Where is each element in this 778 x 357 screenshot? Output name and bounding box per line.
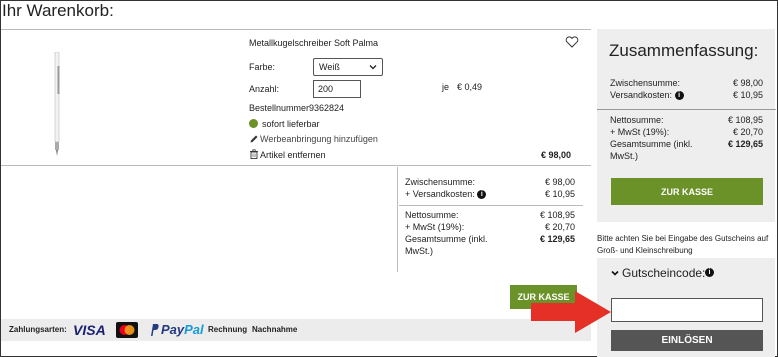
redeem-button[interactable]: EINLÖSEN: [611, 330, 763, 351]
paypal-logo: PayPal: [161, 322, 204, 337]
summary-vat-value: € 20,70: [732, 127, 763, 137]
divider: [399, 205, 583, 206]
summary-subtotal-label: Zwischensumme:: [610, 78, 681, 88]
color-select[interactable]: Weiß: [313, 58, 383, 76]
grand-total-value: € 129,65: [539, 234, 575, 244]
remove-item-link[interactable]: Artikel entfernen: [260, 150, 326, 160]
trash-icon: [250, 149, 258, 159]
summary-title: Zusammenfassung:: [609, 41, 759, 60]
paypal-text-pay: Pay: [161, 322, 185, 337]
shipping-value: € 10,95: [544, 189, 575, 199]
paypal-text-pal: Pal: [184, 322, 204, 337]
page-title: Ihr Warenkorb:: [2, 1, 114, 20]
chevron-down-icon[interactable]: [611, 269, 619, 277]
subtotal-value: € 98,00: [544, 177, 575, 187]
product-name[interactable]: Metallkugelschreiber Soft Palma: [249, 38, 378, 48]
color-select-value: Weiß: [319, 62, 340, 72]
cart-item: Metallkugelschreiber Soft Palma Farbe: W…: [1, 29, 591, 166]
invoice-label: Rechnung: [208, 325, 248, 334]
subtotal-label: Zwischensumme:: [405, 177, 476, 187]
chevron-down-icon: [369, 65, 377, 70]
line-total: € 98,00: [541, 150, 572, 160]
vat-label: + MwSt (19%):: [405, 222, 465, 232]
summary-checkout-button[interactable]: ZUR KASSE: [611, 178, 763, 205]
quantity-input[interactable]: 200: [313, 80, 361, 98]
info-icon[interactable]: i: [705, 268, 714, 277]
vat-value: € 20,70: [544, 222, 575, 232]
color-label: Farbe:: [249, 62, 276, 72]
summary-panel: Zusammenfassung: Zwischensumme: € 98,00 V…: [597, 29, 776, 222]
cod-label: Nachnahme: [252, 325, 298, 334]
unit-price-prefix: je: [442, 82, 450, 92]
info-icon[interactable]: i: [674, 91, 684, 101]
heart-icon[interactable]: [565, 36, 579, 48]
divider: [597, 109, 776, 110]
order-number-label: Bestellnummer: [249, 103, 310, 113]
product-image[interactable]: [53, 52, 61, 156]
grand-total-label: Gesamtsumme (inkl. MwSt.): [405, 234, 488, 256]
shipping-label: + Versandkosten:: [405, 189, 475, 199]
net-value: € 108,95: [539, 210, 575, 220]
voucher-note: Bitte achten Sie bei Eingabe des Gutsche…: [597, 234, 769, 255]
mastercard-logo: [116, 322, 138, 338]
summary-shipping-label: Versandkosten:: [610, 90, 673, 100]
payment-methods: Zahlungsarten: VISA PayPal Rechnung Nach…: [1, 319, 591, 341]
summary-subtotal-value: € 98,00: [732, 78, 763, 88]
summary-net-value: € 108,95: [727, 115, 763, 125]
availability-indicator: [249, 119, 258, 128]
summary-grand-label: Gesamtsumme (inkl. MwSt.): [610, 139, 693, 161]
paypal-icon: [151, 324, 159, 336]
summary-shipping-value: € 10,95: [732, 90, 763, 100]
visa-logo: VISA: [73, 322, 106, 338]
voucher-panel: Gutscheincode: i EINLÖSEN: [597, 258, 775, 357]
pencil-icon: [250, 135, 258, 143]
add-branding-link[interactable]: Werbeanbringung hinzufügen: [260, 134, 378, 144]
info-icon[interactable]: i: [477, 190, 487, 200]
summary-vat-label: + MwSt (19%):: [610, 127, 670, 137]
cart-totals: Zwischensumme: € 98,00 + Versandkosten: i…: [397, 176, 583, 257]
summary-grand-value: € 129,65: [727, 139, 763, 149]
summary-net-label: Nettosumme:: [610, 115, 664, 125]
availability-text: sofort lieferbar: [262, 119, 320, 129]
voucher-input[interactable]: [611, 298, 763, 322]
net-label: Nettosumme:: [405, 210, 459, 220]
voucher-label[interactable]: Gutscheincode:: [622, 266, 705, 280]
payment-label: Zahlungsarten:: [9, 325, 67, 334]
arrow-icon: [531, 291, 611, 333]
order-number: 9362824: [309, 103, 345, 113]
unit-price: € 0,49: [457, 82, 483, 92]
quantity-label: Anzahl:: [249, 84, 280, 94]
